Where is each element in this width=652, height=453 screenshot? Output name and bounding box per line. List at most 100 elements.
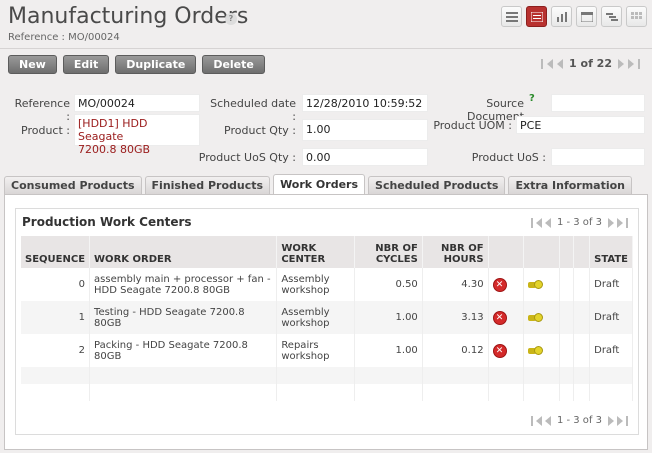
tab-work-orders[interactable]: Work Orders <box>273 174 366 194</box>
col-work-center[interactable]: WORK CENTER <box>276 236 356 268</box>
new-button[interactable]: New <box>8 55 57 74</box>
grid-last-icon[interactable] <box>626 217 628 228</box>
gantt-view-icon[interactable] <box>601 6 622 27</box>
grid-view-icon[interactable] <box>626 6 647 27</box>
cell-empty <box>559 301 575 334</box>
cell-sequence: 2 <box>21 334 91 367</box>
product-value-line2: 7200.8 80GB <box>78 143 151 156</box>
col-cancel <box>488 236 525 268</box>
reference-subtitle: Reference : MO/00024 <box>8 32 120 43</box>
grid-next-icon[interactable] <box>608 415 614 426</box>
start-workorder-icon[interactable] <box>528 312 544 324</box>
grid-pager-count: 1 - 3 of 3 <box>556 415 602 426</box>
col-sequence[interactable]: SEQUENCE <box>21 236 91 268</box>
grid-first-arrow-icon[interactable] <box>535 415 542 426</box>
product-uos-qty-field[interactable]: 0.00 <box>302 148 428 166</box>
grid-first-arrow-icon[interactable] <box>535 217 542 228</box>
work-order-line1: assembly main + processor + fan - <box>94 273 271 285</box>
source-help-icon[interactable]: ? <box>529 93 535 104</box>
tab-finished-products[interactable]: Finished Products <box>144 176 271 194</box>
cell-work-order: Packing - HDD Seagate 7200.8 80GB <box>89 334 278 367</box>
scheduled-date-label: Scheduled date : <box>210 97 296 123</box>
table-header-row: SEQUENCE WORK ORDER WORK CENTER NBR OF CYC… <box>21 236 633 268</box>
grid-prev-icon[interactable] <box>544 217 551 228</box>
empty-row <box>21 384 633 401</box>
grid-pager-top: 1 - 3 of 3 <box>530 217 628 228</box>
start-workorder-icon[interactable] <box>528 345 544 357</box>
grid-first-icon[interactable] <box>530 415 533 426</box>
cancel-icon[interactable]: ✕ <box>492 310 507 325</box>
cell-work-center: Repairs workshop <box>276 334 356 367</box>
tab-extra-information[interactable]: Extra Information <box>508 176 633 194</box>
grid-last-icon[interactable] <box>626 415 628 426</box>
col-hours[interactable]: NBR OF HOURS <box>422 236 489 268</box>
tab-consumed-products[interactable]: Consumed Products <box>4 176 142 194</box>
work-order-line2: 80GB <box>94 350 122 362</box>
col-work-order[interactable]: WORK ORDER <box>89 236 278 268</box>
form-view-icon[interactable] <box>526 6 547 27</box>
cell-sequence: 0 <box>21 268 91 301</box>
last-record-icon[interactable] <box>638 58 640 69</box>
cell-state: Draft <box>589 268 633 301</box>
product-value-line1: [HDD1] HDD Seagate <box>78 117 148 143</box>
grid-first-icon[interactable] <box>530 217 533 228</box>
list-view-icon[interactable] <box>501 6 522 27</box>
col-action <box>523 236 561 268</box>
cancel-icon[interactable]: ✕ <box>492 277 507 292</box>
cell-work-order: Testing - HDD Seagate 7200.8 80GB <box>89 301 278 334</box>
cell-empty <box>573 268 591 301</box>
source-document-field[interactable] <box>551 94 645 112</box>
grid-last-arrow-icon[interactable] <box>617 415 623 426</box>
product-uom-label: Product UOM : <box>433 119 512 132</box>
cell-cancel: ✕ <box>488 268 525 301</box>
grid-next-icon[interactable] <box>608 217 614 228</box>
table-row[interactable]: 1 Testing - HDD Seagate 7200.8 80GB Assem… <box>21 301 633 334</box>
table-row[interactable]: 0 assembly main + processor + fan - HDD S… <box>21 268 633 301</box>
next-record-icon[interactable] <box>618 58 624 69</box>
table-row[interactable]: 2 Packing - HDD Seagate 7200.8 80GB Repai… <box>21 334 633 367</box>
work-center-line1: Repairs <box>281 339 319 351</box>
tab-scheduled-products[interactable]: Scheduled Products <box>368 176 506 194</box>
cell-action <box>523 268 561 301</box>
edit-button[interactable]: Edit <box>62 55 110 74</box>
reference-field[interactable]: MO/00024 <box>74 94 200 112</box>
delete-button[interactable]: Delete <box>202 55 265 74</box>
col-spacer <box>559 236 575 268</box>
first-record-icon[interactable] <box>541 58 544 69</box>
help-icon[interactable]: ? <box>225 13 237 25</box>
record-counter: 1 of 22 <box>569 57 612 70</box>
previous-record-icon[interactable] <box>557 58 564 69</box>
product-uos-qty-label: Product UoS Qty : <box>198 151 296 164</box>
col-work-center-line1: WORK <box>281 243 317 254</box>
col-cycles-line1: NBR OF <box>375 243 418 254</box>
work-order-line1: Packing - HDD Seagate 7200.8 <box>94 339 248 351</box>
scheduled-date-field[interactable]: 12/28/2010 10:59:52 <box>302 94 428 112</box>
col-cycles-line2: CYCLES <box>375 254 418 265</box>
graph-view-icon[interactable] <box>551 6 572 27</box>
first-record-arrow-icon[interactable] <box>547 58 554 69</box>
product-uom-field[interactable]: PCE <box>516 116 645 134</box>
work-center-line2: workshop <box>281 284 330 296</box>
col-spacer-2 <box>573 236 591 268</box>
product-uos-field[interactable] <box>551 148 645 166</box>
cell-cycles: 1.00 <box>354 334 423 367</box>
duplicate-button[interactable]: Duplicate <box>115 55 197 74</box>
grid-prev-icon[interactable] <box>544 415 551 426</box>
product-qty-field[interactable]: 1.00 <box>302 119 428 141</box>
reference-label: Reference : <box>14 97 70 123</box>
product-field[interactable]: [HDD1] HDD Seagate 7200.8 80GB <box>74 114 200 156</box>
work-orders-table: SEQUENCE WORK ORDER WORK CENTER NBR OF CYC… <box>21 236 633 401</box>
col-state[interactable]: STATE <box>589 236 633 268</box>
cell-empty <box>573 334 591 367</box>
work-order-line2: 80GB <box>94 317 122 329</box>
work-order-line2: HDD Seagate 7200.8 80GB <box>94 284 230 296</box>
calendar-view-icon[interactable] <box>576 6 597 27</box>
cell-state: Draft <box>589 334 633 367</box>
cancel-icon[interactable]: ✕ <box>492 343 507 358</box>
start-workorder-icon[interactable] <box>528 279 544 291</box>
grid-pager-bottom: 1 - 3 of 3 <box>530 415 628 426</box>
grid-last-arrow-icon[interactable] <box>617 217 623 228</box>
col-cycles[interactable]: NBR OF CYCLES <box>354 236 423 268</box>
last-record-arrow-icon[interactable] <box>628 58 634 69</box>
cell-sequence: 1 <box>21 301 91 334</box>
